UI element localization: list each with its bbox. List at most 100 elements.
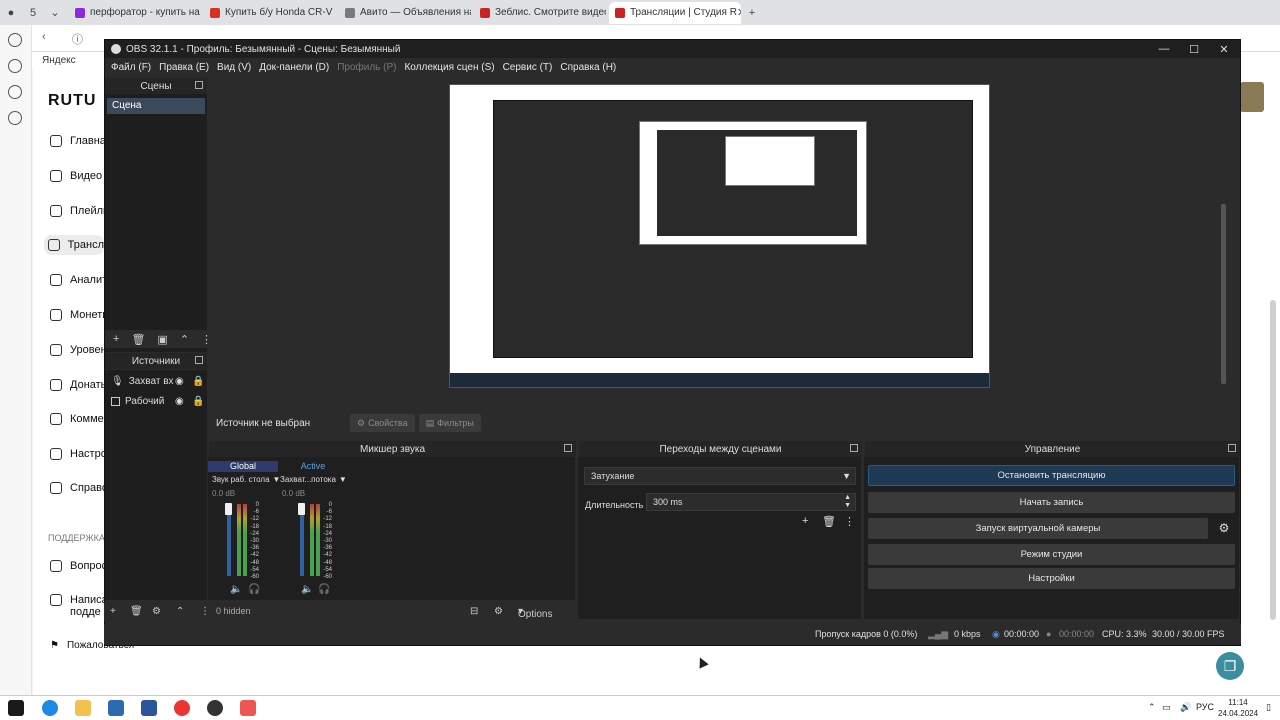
- yandex-browser-icon[interactable]: [174, 700, 190, 716]
- file-explorer-icon[interactable]: [75, 700, 91, 716]
- browser-tab[interactable]: Авито — Объявления на: [339, 2, 471, 24]
- thumbnail[interactable]: [1240, 82, 1264, 112]
- notes-icon[interactable]: [8, 111, 22, 125]
- nav-item-active[interactable]: Трансл: [44, 235, 104, 255]
- play-icon[interactable]: [8, 85, 22, 99]
- virtual-camera-gear-icon[interactable]: ⚙: [1215, 519, 1233, 537]
- nav-item[interactable]: Написа подде: [50, 594, 108, 618]
- undock-icon[interactable]: [1228, 444, 1236, 452]
- settings-button[interactable]: Настройки: [868, 568, 1235, 589]
- browser-tab[interactable]: Купить б/у Honda CR-V II: [204, 2, 336, 24]
- volume-fader[interactable]: [225, 503, 232, 515]
- gear-icon[interactable]: ⚙: [152, 606, 161, 617]
- transition-select[interactable]: Затухание ▼: [584, 467, 856, 485]
- chat-button[interactable]: ❐: [1216, 652, 1244, 680]
- more-icon[interactable]: ⋮: [200, 606, 210, 617]
- trash-icon[interactable]: 🗑: [130, 606, 143, 617]
- stop-streaming-button[interactable]: Остановить трансляцию: [868, 465, 1235, 486]
- mixer-channel-name[interactable]: Захват...потока ▼: [280, 475, 347, 484]
- advanced-audio-icon[interactable]: ⚙: [494, 606, 503, 617]
- word-icon[interactable]: [141, 700, 157, 716]
- duration-input[interactable]: 300 ms ▲ ▼: [646, 493, 856, 511]
- filter-icon[interactable]: ▣: [157, 333, 167, 346]
- headphones-icon[interactable]: 🎧: [248, 584, 260, 595]
- nav-item[interactable]: Главная: [50, 135, 112, 147]
- menu-file[interactable]: Файл (F): [111, 62, 151, 73]
- tab-list-icon[interactable]: ⌄: [44, 2, 66, 24]
- start-icon[interactable]: [8, 700, 24, 716]
- new-tab-icon[interactable]: +: [741, 2, 763, 24]
- bookmark-yandex[interactable]: Яндекс: [42, 55, 76, 66]
- rutube-logo[interactable]: RUTU: [48, 92, 96, 110]
- browser-logo-icon[interactable]: ●: [0, 2, 22, 24]
- browser-tab-active[interactable]: Трансляции | Студия R✕: [609, 1, 741, 24]
- nav-item[interactable]: Монети: [50, 309, 108, 321]
- preview-canvas[interactable]: [210, 78, 1228, 394]
- properties-button[interactable]: ⚙ Свойства: [350, 414, 415, 432]
- trash-icon[interactable]: 🗑: [131, 333, 145, 346]
- nav-item[interactable]: Плейли: [50, 205, 109, 217]
- more-icon[interactable]: ⋮: [844, 515, 855, 528]
- nav-item[interactable]: Донаты: [50, 379, 109, 391]
- menu-docks[interactable]: Док-панели (D): [259, 62, 329, 73]
- up-icon[interactable]: ⌃: [180, 333, 189, 346]
- taskbar-clock[interactable]: 11:14 24.04.2024: [1218, 697, 1258, 719]
- tray-chevron-icon[interactable]: ⌃: [1148, 702, 1156, 713]
- lock-icon[interactable]: 🔒: [192, 376, 204, 387]
- language-indicator[interactable]: РУС: [1196, 702, 1214, 712]
- spin-icon[interactable]: ▲ ▼: [844, 494, 851, 510]
- mixer-channel-name[interactable]: Звук раб. стола ▼: [212, 475, 280, 484]
- nav-item[interactable]: Аналит: [50, 274, 107, 286]
- browser-tab[interactable]: Зеблис. Смотрите видео: [474, 2, 606, 24]
- add-icon[interactable]: +: [802, 515, 808, 527]
- lock-icon[interactable]: 🔒: [192, 396, 204, 407]
- add-icon[interactable]: +: [110, 606, 116, 617]
- layout-icon[interactable]: ⊟: [470, 606, 478, 617]
- nav-item[interactable]: Видео: [50, 170, 102, 182]
- tab-count[interactable]: 5: [22, 2, 44, 24]
- speaker-icon[interactable]: 🔈: [301, 584, 313, 595]
- menu-profile[interactable]: Профиль (P): [337, 62, 396, 73]
- preview-scrollbar[interactable]: [1221, 204, 1226, 384]
- back-icon[interactable]: ‹: [42, 31, 46, 43]
- undock-icon[interactable]: [850, 444, 858, 452]
- obs-taskbar-icon[interactable]: [207, 700, 223, 716]
- undock-icon[interactable]: [564, 444, 572, 452]
- minimize-icon[interactable]: —: [1149, 40, 1179, 58]
- scene-item[interactable]: Сцена: [107, 98, 205, 114]
- menu-view[interactable]: Вид (V): [217, 62, 251, 73]
- speaker-icon[interactable]: 🔈: [230, 584, 242, 595]
- reader-icon[interactable]: ⓘ: [72, 31, 83, 47]
- studio-mode-button[interactable]: Режим студии: [868, 544, 1235, 565]
- menu-help[interactable]: Справка (H): [560, 62, 616, 73]
- network-icon[interactable]: ▭: [1162, 702, 1171, 713]
- close-icon[interactable]: ✕: [1209, 40, 1239, 58]
- menu-scene-collection[interactable]: Коллекция сцен (S): [404, 62, 494, 73]
- nav-item[interactable]: Справо: [50, 482, 108, 494]
- options-button[interactable]: Options ▾: [518, 606, 552, 620]
- page-scrollbar[interactable]: [1270, 300, 1276, 620]
- add-icon[interactable]: +: [113, 333, 119, 345]
- undock-icon[interactable]: [195, 81, 203, 89]
- source-item[interactable]: 🎙 Захват вх ◉ 🔒: [111, 376, 204, 387]
- nav-item[interactable]: Настро: [50, 448, 107, 460]
- headphones-icon[interactable]: 🎧: [318, 584, 330, 595]
- trash-icon[interactable]: 🗑: [822, 515, 836, 528]
- up-icon[interactable]: ⌃: [176, 606, 184, 617]
- menu-tools[interactable]: Сервис (T): [503, 62, 553, 73]
- tab-active[interactable]: Active: [278, 461, 348, 472]
- eye-icon[interactable]: ◉: [175, 396, 184, 407]
- history-icon[interactable]: [8, 33, 22, 47]
- source-item[interactable]: Рабочий ◉ 🔒: [111, 396, 204, 407]
- edge-icon[interactable]: [42, 700, 58, 716]
- volume-icon[interactable]: 🔊: [1180, 702, 1191, 713]
- eye-icon[interactable]: ◉: [175, 376, 184, 387]
- browser-tab[interactable]: перфоратор - купить на (: [69, 2, 201, 24]
- nav-item[interactable]: Коммен: [50, 413, 110, 425]
- maximize-icon[interactable]: ☐: [1179, 40, 1209, 58]
- tab-global[interactable]: Global: [208, 461, 278, 472]
- undock-icon[interactable]: [195, 356, 203, 364]
- nav-item[interactable]: Уровен: [50, 344, 107, 356]
- volume-fader[interactable]: [298, 503, 305, 515]
- start-virtual-camera-button[interactable]: Запуск виртуальной камеры: [868, 518, 1208, 539]
